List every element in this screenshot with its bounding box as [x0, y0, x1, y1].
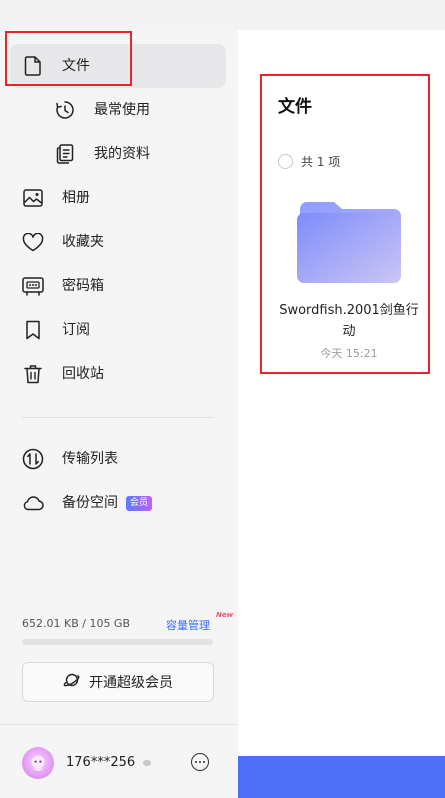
- bookmark-icon: [22, 319, 44, 341]
- sidebar-item-label: 回收站: [62, 366, 104, 382]
- sidebar-item-label: 订阅: [62, 322, 90, 338]
- sidebar-item-recycle-bin[interactable]: 回收站: [10, 352, 226, 396]
- bottom-action-bar: [238, 756, 445, 798]
- planet-icon: [63, 672, 81, 692]
- file-name: Swordfish.2001剑鱼行动: [279, 303, 419, 339]
- sidebar-item-frequent[interactable]: 最常使用: [10, 88, 226, 132]
- more-options-button[interactable]: [191, 753, 209, 771]
- user-status-icon: [143, 760, 151, 766]
- sidebar: 文件 最常使用 我的资料 相册 收藏夹 密码箱 订阅 回收站 传输列表 备份空间…: [0, 30, 238, 798]
- file-modified-time: 今天 15:21: [320, 347, 378, 360]
- sidebar-item-album[interactable]: 相册: [10, 176, 226, 220]
- image-icon: [22, 187, 44, 209]
- folder-icon: [296, 195, 402, 285]
- sidebar-item-label: 传输列表: [62, 451, 118, 467]
- main-content: 文件 共 1 项 Swordfish.2001剑鱼行动 今天 15:21: [238, 30, 445, 798]
- sidebar-item-label: 密码箱: [62, 278, 104, 294]
- more-dot: [199, 761, 201, 763]
- sidebar-divider: [22, 417, 213, 418]
- title-bar: [0, 0, 445, 30]
- upgrade-vip-label: 开通超级会员: [89, 675, 173, 691]
- storage-usage-text: 652.01 KB / 105 GB: [22, 617, 131, 630]
- vip-badge: 会员: [126, 496, 153, 511]
- sidebar-item-favorites[interactable]: 收藏夹: [10, 220, 226, 264]
- avatar-icon[interactable]: [22, 747, 54, 779]
- trash-icon: [22, 363, 44, 385]
- clock-icon: [54, 99, 76, 121]
- file-icon: [22, 55, 44, 77]
- sidebar-item-label: 最常使用: [94, 102, 150, 118]
- sidebar-item-label: 相册: [62, 190, 90, 206]
- storage-manage-link[interactable]: 容量管理: [166, 617, 210, 633]
- sidebar-item-label: 收藏夹: [62, 234, 104, 250]
- sidebar-item-files[interactable]: 文件: [10, 44, 226, 88]
- app-window: 文件 最常使用 我的资料 相册 收藏夹 密码箱 订阅 回收站 传输列表 备份空间…: [0, 0, 445, 798]
- username: 176***256: [66, 755, 136, 770]
- select-all-radio[interactable]: [278, 154, 293, 169]
- page-title: 文件: [278, 97, 312, 117]
- cloud-icon: [22, 492, 44, 514]
- more-dot: [195, 761, 197, 763]
- sidebar-item-label: 我的资料: [94, 146, 150, 162]
- backup-space-label: 备份空间: [62, 495, 118, 511]
- sidebar-item-subscriptions[interactable]: 订阅: [10, 308, 226, 352]
- upgrade-vip-button[interactable]: 开通超级会员: [22, 662, 214, 702]
- sidebar-item-safe[interactable]: 密码箱: [10, 264, 226, 308]
- transfer-icon: [22, 448, 44, 470]
- sidebar-item-label: 文件: [62, 58, 90, 74]
- sidebar-item-my-documents[interactable]: 我的资料: [10, 132, 226, 176]
- sidebar-item-backup-space[interactable]: 备份空间 会员: [10, 481, 226, 525]
- safe-icon: [22, 275, 44, 297]
- document-icon: [54, 143, 76, 165]
- storage-progress-bar: [22, 639, 213, 645]
- sidebar-item-label: 备份空间 会员: [62, 481, 153, 525]
- item-count-label: 共 1 项: [301, 155, 341, 169]
- heart-icon: [22, 231, 44, 253]
- more-dot: [203, 761, 205, 763]
- sidebar-item-transfer-list[interactable]: 传输列表: [10, 437, 226, 481]
- user-divider: [0, 724, 238, 725]
- new-tag: New: [216, 611, 234, 619]
- select-all-toggle[interactable]: 共 1 项: [278, 153, 340, 170]
